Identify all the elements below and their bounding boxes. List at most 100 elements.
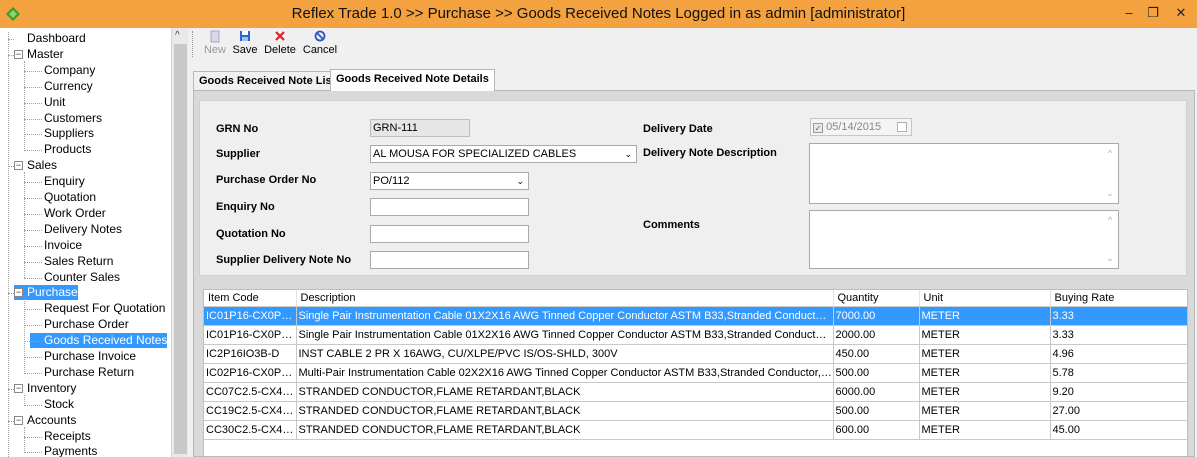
sidebar-item-sales[interactable]: − Sales — [14, 158, 57, 173]
cancel-button[interactable]: Cancel — [302, 30, 338, 58]
tab-goods-received-note-details[interactable]: Goods Received Note Details — [330, 69, 495, 91]
table-cell[interactable]: IC2P16IO3B-D — [204, 344, 297, 364]
table-cell[interactable]: Single Pair Instrumentation Cable 01X2X1… — [296, 306, 834, 326]
sidebar-item-accounts[interactable]: − Accounts — [14, 413, 76, 428]
table-cell[interactable]: IC01P16-CX0P-O3 — [204, 306, 297, 326]
table-cell[interactable]: 2000.00 — [833, 325, 920, 345]
collapse-icon[interactable]: − — [14, 161, 23, 171]
table-cell[interactable]: Multi-Pair Instrumentation Cable 02X2X16… — [296, 363, 834, 383]
column-header-unit[interactable]: Unit — [919, 290, 1051, 307]
scrollbar-thumb[interactable] — [174, 44, 187, 454]
sidebar-item-payments[interactable]: Payments — [30, 444, 97, 457]
supplier-dropdown[interactable]: AL MOUSA FOR SPECIALIZED CABLES ⌄ — [370, 145, 637, 163]
sidebar-item-request-for-quotation[interactable]: Request For Quotation — [30, 301, 165, 316]
table-cell[interactable]: METER — [919, 325, 1051, 345]
table-cell[interactable]: 5.78 — [1050, 363, 1187, 383]
collapse-icon[interactable]: − — [14, 49, 23, 59]
supplier-delivery-note-field[interactable] — [370, 251, 529, 269]
chevron-down-icon[interactable]: ⌄ — [624, 146, 632, 162]
comments-field[interactable]: ^ ⌄ — [809, 210, 1119, 269]
collapse-icon[interactable]: − — [14, 383, 23, 393]
sidebar-item-counter-sales[interactable]: Counter Sales — [30, 270, 120, 285]
sidebar-scrollbar[interactable]: ^ — [171, 28, 188, 457]
table-cell[interactable]: CC19C2.5-CX4P-... — [204, 401, 297, 421]
table-cell[interactable]: IC02P16-CX0P-O3 — [204, 363, 297, 383]
table-cell[interactable]: STRANDED CONDUCTOR,FLAME RETARDANT,BLACK — [296, 420, 834, 440]
table-cell[interactable]: 500.00 — [833, 401, 920, 421]
table-cell[interactable]: 3.33 — [1050, 325, 1187, 345]
sidebar-item-sales-return[interactable]: Sales Return — [30, 254, 113, 269]
sidebar-item-delivery-notes[interactable]: Delivery Notes — [30, 222, 122, 237]
scroll-down-icon[interactable]: ⌄ — [1102, 253, 1118, 264]
column-header-quantity[interactable]: Quantity — [833, 290, 920, 307]
table-row[interactable]: IC2P16IO3B-D INST CABLE 2 PR X 16AWG, CU/… — [204, 344, 1187, 364]
sidebar-item-master[interactable]: − Master — [14, 47, 64, 62]
table-row[interactable]: IC01P16-CX0P-O... Single Pair Instrumenta… — [204, 325, 1187, 345]
table-cell[interactable]: METER — [919, 382, 1051, 402]
delete-button[interactable]: Delete — [263, 30, 297, 58]
delivery-date-label: Delivery Date — [643, 123, 713, 135]
scroll-up-icon[interactable]: ^ — [1102, 215, 1118, 225]
sidebar-item-purchase-return[interactable]: Purchase Return — [30, 365, 134, 380]
column-header-description[interactable]: Description — [296, 290, 834, 307]
sidebar-item-label: Purchase Return — [44, 364, 135, 379]
checkbox-checked-icon[interactable]: ✓ — [813, 123, 823, 133]
table-cell[interactable]: METER — [919, 363, 1051, 383]
textarea-scrollbar[interactable]: ^ ⌄ — [1102, 211, 1118, 268]
scroll-up-icon[interactable]: ^ — [1102, 148, 1118, 158]
collapse-icon[interactable]: − — [14, 415, 23, 425]
table-cell[interactable]: CC30C2.5-CX4P-... — [204, 420, 297, 440]
collapse-icon[interactable]: − — [14, 288, 23, 298]
save-button[interactable]: Save — [232, 30, 258, 58]
table-cell[interactable]: 7000.00 — [833, 306, 920, 326]
textarea-scrollbar[interactable]: ^ ⌄ — [1102, 144, 1118, 203]
table-cell[interactable]: 9.20 — [1050, 382, 1187, 402]
table-row[interactable]: IC01P16-CX0P-O3 Single Pair Instrumentati… — [204, 306, 1187, 326]
sidebar-item-purchase-invoice[interactable]: Purchase Invoice — [30, 349, 136, 364]
table-row[interactable]: CC07C2.5-CX4P-... STRANDED CONDUCTOR,FLAM… — [204, 382, 1187, 402]
table-row[interactable]: CC19C2.5-CX4P-... STRANDED CONDUCTOR,FLAM… — [204, 401, 1187, 421]
table-cell[interactable]: INST CABLE 2 PR X 16AWG, CU/XLPE/PVC IS/… — [296, 344, 834, 364]
table-cell[interactable]: METER — [919, 344, 1051, 364]
close-window-button[interactable]: ✕ — [1167, 4, 1195, 22]
purchase-order-dropdown[interactable]: PO/112 ⌄ — [370, 172, 529, 190]
scroll-up-icon[interactable]: ^ — [175, 30, 180, 41]
column-header-item-code[interactable]: Item Code — [204, 290, 297, 307]
sidebar-item-inventory[interactable]: − Inventory — [14, 381, 76, 396]
table-row[interactable]: CC30C2.5-CX4P-... STRANDED CONDUCTOR,FLAM… — [204, 420, 1187, 440]
calendar-icon[interactable] — [897, 122, 907, 132]
minimize-button[interactable]: – — [1118, 4, 1140, 22]
enquiry-no-field[interactable] — [370, 198, 529, 216]
table-cell[interactable]: 6000.00 — [833, 382, 920, 402]
table-cell[interactable]: Single Pair Instrumentation Cable 01X2X1… — [296, 325, 834, 345]
table-cell[interactable]: 500.00 — [833, 363, 920, 383]
table-cell[interactable]: STRANDED CONDUCTOR,FLAME RETARDANT,BLACK — [296, 401, 834, 421]
table-cell[interactable]: 600.00 — [833, 420, 920, 440]
table-cell[interactable]: 450.00 — [833, 344, 920, 364]
tab-goods-received-note-list[interactable]: Goods Received Note List — [193, 71, 342, 91]
table-cell[interactable]: 27.00 — [1050, 401, 1187, 421]
table-cell[interactable]: METER — [919, 306, 1051, 326]
quotation-no-field[interactable] — [370, 225, 529, 243]
grn-no-field[interactable]: GRN-111 — [370, 119, 470, 137]
sidebar-item-purchase-order[interactable]: Purchase Order — [30, 317, 129, 332]
table-cell[interactable]: 4.96 — [1050, 344, 1187, 364]
table-cell[interactable]: METER — [919, 420, 1051, 440]
table-cell[interactable]: METER — [919, 401, 1051, 421]
sidebar-item-goods-received-notes[interactable]: Goods Received Notes — [30, 333, 168, 349]
table-cell[interactable]: 45.00 — [1050, 420, 1187, 440]
column-header-buying-rate[interactable]: Buying Rate — [1050, 290, 1187, 307]
table-cell[interactable]: 3.33 — [1050, 306, 1187, 326]
table-row[interactable]: IC02P16-CX0P-O3 Multi-Pair Instrumentatio… — [204, 363, 1187, 383]
new-button[interactable]: New — [202, 30, 228, 58]
sidebar-item-dashboard[interactable]: Dashboard — [14, 31, 86, 46]
table-cell[interactable]: STRANDED CONDUCTOR,FLAME RETARDANT,BLACK — [296, 382, 834, 402]
chevron-down-icon[interactable]: ⌄ — [516, 173, 524, 189]
delivery-note-description-field[interactable]: ^ ⌄ — [809, 143, 1119, 204]
delivery-date-picker[interactable]: ✓ 05/14/2015 — [810, 118, 912, 136]
table-cell[interactable]: CC07C2.5-CX4P-... — [204, 382, 297, 402]
table-cell[interactable]: IC01P16-CX0P-O... — [204, 325, 297, 345]
sidebar-item-purchase[interactable]: − Purchase — [14, 285, 78, 301]
maximize-button[interactable]: ❐ — [1142, 4, 1164, 22]
scroll-down-icon[interactable]: ⌄ — [1102, 188, 1118, 199]
